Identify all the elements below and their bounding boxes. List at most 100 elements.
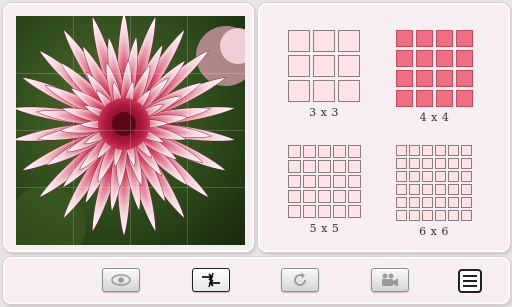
grid-cell xyxy=(435,145,446,156)
grid-preview-3x3 xyxy=(288,30,360,102)
grid-cell xyxy=(288,145,301,158)
grid-cell xyxy=(436,30,453,47)
grid-cell xyxy=(396,90,413,107)
grid-cell xyxy=(416,70,433,87)
shuffle-button[interactable] xyxy=(281,268,319,292)
grid-cell xyxy=(422,145,433,156)
grid-cell xyxy=(456,30,473,47)
grid-cell xyxy=(288,80,310,102)
grid-cell xyxy=(348,160,361,173)
grid-cell xyxy=(396,158,407,169)
difficulty-option-5x5[interactable]: 5 x 5 xyxy=(288,145,361,235)
grid-cell xyxy=(288,30,310,52)
grid-cell xyxy=(333,145,346,158)
grid-cell xyxy=(348,145,361,158)
grid-cell xyxy=(435,210,446,221)
grid-cell xyxy=(448,145,459,156)
eye-icon xyxy=(111,274,131,286)
preview-button[interactable] xyxy=(102,268,140,292)
grid-cell xyxy=(422,184,433,195)
grid-cell xyxy=(461,145,472,156)
grid-cell xyxy=(435,184,446,195)
grid-cell xyxy=(436,90,453,107)
grid-cell xyxy=(435,171,446,182)
grid-cell xyxy=(318,160,331,173)
grid-cell xyxy=(461,171,472,182)
grid-cell xyxy=(333,190,346,203)
grid-cell xyxy=(435,158,446,169)
grid-cell xyxy=(333,175,346,188)
grid-cell xyxy=(396,145,407,156)
menu-button[interactable] xyxy=(458,269,482,293)
grid-cell xyxy=(409,158,420,169)
grid-cell xyxy=(435,197,446,208)
grid-preview-5x5 xyxy=(288,145,361,218)
grid-cell xyxy=(448,210,459,221)
grid-cell xyxy=(396,210,407,221)
grid-cell xyxy=(396,171,407,182)
grid-cell xyxy=(422,197,433,208)
grid-cell xyxy=(396,197,407,208)
grid-cell xyxy=(303,145,316,158)
grid-cell xyxy=(333,160,346,173)
grid-cell xyxy=(348,205,361,218)
grid-cell xyxy=(288,205,301,218)
refresh-icon xyxy=(294,273,306,286)
grid-cell xyxy=(313,55,335,77)
swap-arrows-icon xyxy=(202,272,220,288)
difficulty-label: 4 x 4 xyxy=(419,111,450,124)
difficulty-option-6x6[interactable]: 6 x 6 xyxy=(396,145,472,238)
puzzle-panel xyxy=(3,3,254,252)
grid-cell xyxy=(396,184,407,195)
grid-cell xyxy=(448,197,459,208)
grid-preview-6x6 xyxy=(396,145,472,221)
grid-cell xyxy=(348,190,361,203)
grid-cell xyxy=(448,158,459,169)
grid-cell xyxy=(409,184,420,195)
difficulty-label: 3 x 3 xyxy=(309,106,339,119)
grid-cell xyxy=(288,160,301,173)
grid-cell xyxy=(422,158,433,169)
puzzle-image[interactable] xyxy=(16,16,245,245)
grid-cell xyxy=(303,175,316,188)
grid-cell xyxy=(422,171,433,182)
grid-cell xyxy=(338,30,360,52)
grid-cell xyxy=(416,90,433,107)
grid-cell xyxy=(409,210,420,221)
grid-cell xyxy=(448,184,459,195)
grid-cell xyxy=(333,205,346,218)
grid-cell xyxy=(318,145,331,158)
grid-cell xyxy=(409,145,420,156)
swap-button[interactable] xyxy=(192,268,230,292)
grid-cell xyxy=(303,205,316,218)
difficulty-option-4x4[interactable]: 4 x 4 xyxy=(396,30,473,124)
difficulty-label: 6 x 6 xyxy=(419,225,449,238)
grid-cell xyxy=(338,55,360,77)
difficulty-option-3x3[interactable]: 3 x 3 xyxy=(288,30,360,119)
grid-cell xyxy=(456,50,473,67)
grid-cell xyxy=(461,197,472,208)
grid-cell xyxy=(456,90,473,107)
grid-cell xyxy=(313,30,335,52)
grid-cell xyxy=(288,190,301,203)
grid-cell xyxy=(461,158,472,169)
grid-cell xyxy=(288,55,310,77)
grid-cell xyxy=(318,175,331,188)
grid-cell xyxy=(318,190,331,203)
grid-cell xyxy=(422,210,433,221)
difficulty-label: 5 x 5 xyxy=(309,222,340,235)
grid-cell xyxy=(436,70,453,87)
grid-cell xyxy=(396,30,413,47)
grid-cell xyxy=(416,50,433,67)
grid-cell xyxy=(456,70,473,87)
grid-cell xyxy=(303,160,316,173)
grid-cell xyxy=(409,197,420,208)
grid-cell xyxy=(288,175,301,188)
grid-cell xyxy=(436,50,453,67)
video-button[interactable] xyxy=(371,268,409,292)
grid-cell xyxy=(416,30,433,47)
toolbar xyxy=(3,257,510,304)
grid-cell xyxy=(396,70,413,87)
grid-cell xyxy=(303,190,316,203)
difficulty-panel: 3 x 3 4 x 4 5 x 5 6 x 6 xyxy=(258,3,510,252)
